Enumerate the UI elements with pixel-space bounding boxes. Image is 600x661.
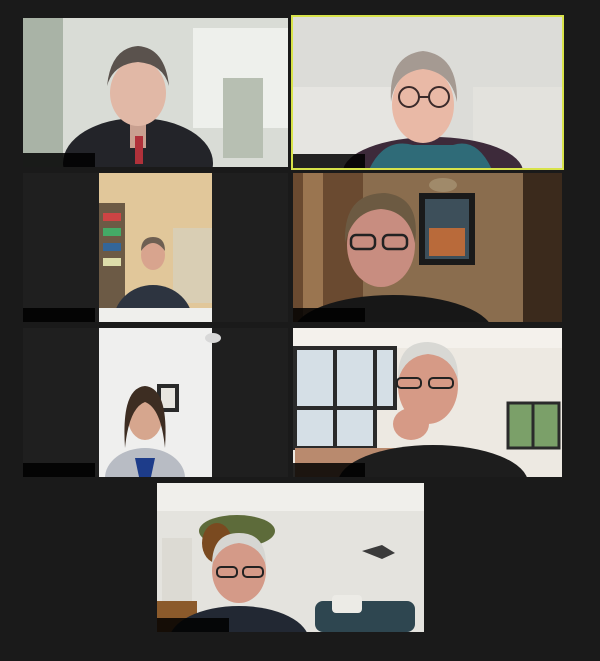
participant-video-2 — [293, 17, 562, 168]
participant-video-1 — [23, 18, 288, 167]
participant-video-4 — [293, 173, 562, 322]
participant-video-5 — [23, 328, 288, 477]
participant-video-6 — [293, 328, 562, 477]
participant-tile-1[interactable] — [21, 16, 290, 169]
participant-name-4 — [293, 308, 365, 322]
participant-video-7 — [157, 483, 424, 632]
participant-name-1 — [23, 153, 95, 167]
participant-name-2 — [293, 154, 365, 168]
participant-tile-4[interactable] — [291, 171, 564, 324]
participant-tile-5[interactable] — [21, 326, 290, 479]
participant-name-6 — [293, 463, 365, 477]
participant-tile-3[interactable] — [21, 171, 290, 324]
participant-name-7 — [157, 618, 229, 632]
participant-tile-6[interactable] — [291, 326, 564, 479]
participant-tile-7[interactable] — [155, 481, 426, 634]
participant-name-5 — [23, 463, 95, 477]
participant-tile-2[interactable] — [291, 15, 564, 170]
participant-name-3 — [23, 308, 95, 322]
participant-video-3 — [23, 173, 288, 322]
